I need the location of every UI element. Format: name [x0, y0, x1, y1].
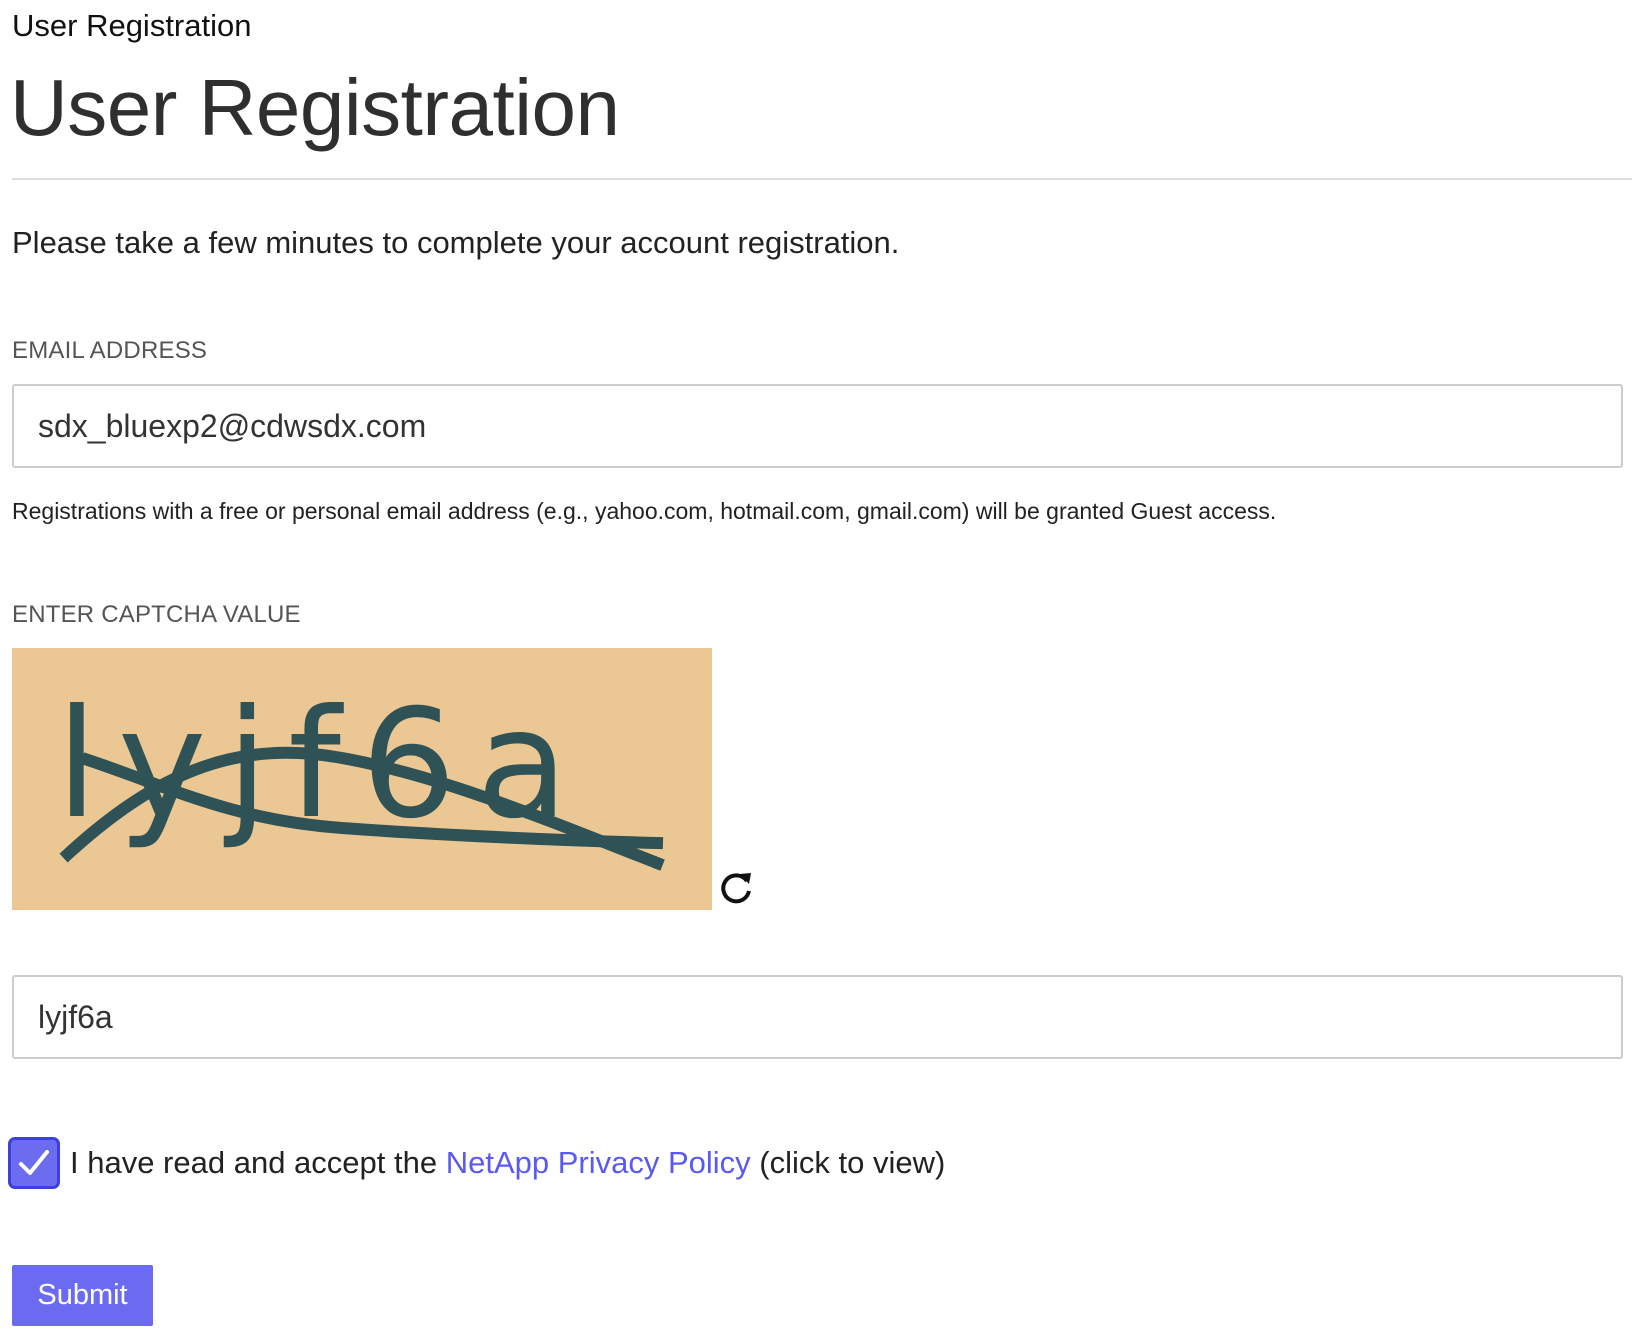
email-label: EMAIL ADDRESS: [12, 337, 208, 364]
title-divider: [12, 178, 1632, 180]
submit-button[interactable]: Submit: [12, 1265, 153, 1326]
email-help-text: Registrations with a free or personal em…: [12, 498, 1277, 524]
page-title: User Registration: [10, 63, 620, 152]
intro-text: Please take a few minutes to complete yo…: [12, 225, 900, 260]
captcha-label: ENTER CAPTCHA VALUE: [12, 601, 301, 628]
captcha-image: lyjf6a: [12, 648, 712, 910]
privacy-policy-link[interactable]: NetApp Privacy Policy: [446, 1145, 751, 1180]
captcha-input[interactable]: [12, 975, 1623, 1059]
refresh-icon[interactable]: [716, 867, 756, 907]
privacy-consent-row: I have read and accept the NetApp Privac…: [8, 1136, 945, 1190]
privacy-suffix: (click to view): [750, 1145, 946, 1180]
checkmark-icon: [19, 1150, 49, 1175]
email-field[interactable]: [12, 384, 1623, 468]
window-title: User Registration: [12, 8, 252, 43]
privacy-checkbox[interactable]: [8, 1137, 60, 1189]
privacy-prefix: I have read and accept the: [70, 1145, 446, 1180]
privacy-consent-text: I have read and accept the NetApp Privac…: [70, 1145, 945, 1181]
captcha-graphic: lyjf6a: [56, 678, 665, 871]
